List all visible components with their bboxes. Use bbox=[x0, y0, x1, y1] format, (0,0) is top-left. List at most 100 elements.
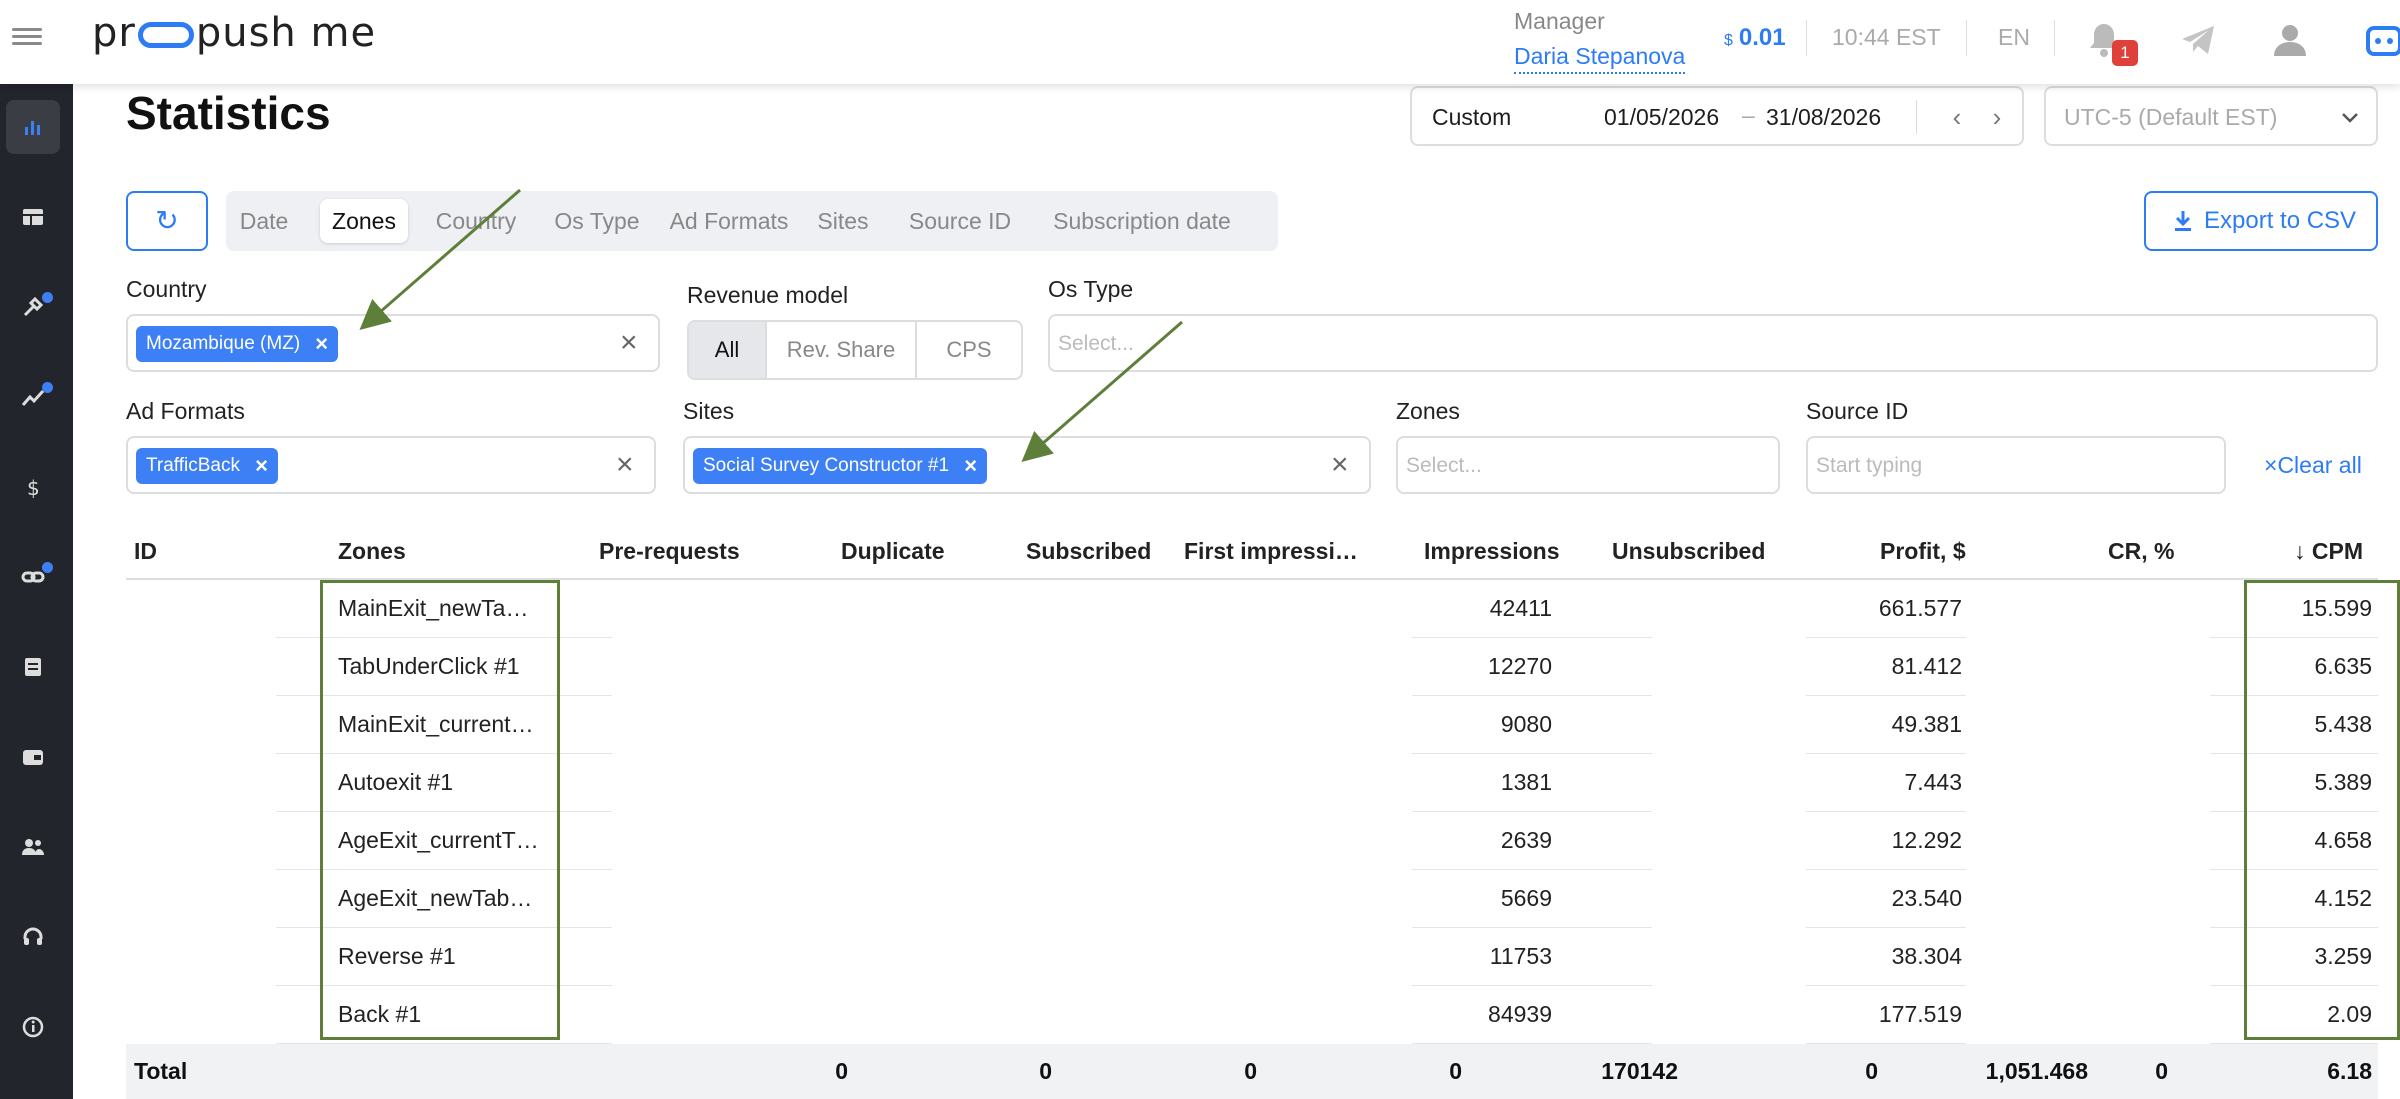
bot-icon[interactable] bbox=[2362, 18, 2400, 62]
total-row: Total 0 0 0 0 170142 0 1,051.468 0 6.18 bbox=[126, 1044, 2378, 1099]
chip-remove-icon[interactable]: × bbox=[964, 448, 977, 484]
export-csv-button[interactable]: Export to CSV bbox=[2144, 191, 2378, 251]
date-mode[interactable]: Custom bbox=[1432, 104, 1511, 131]
cell-profit: 7.443 bbox=[1904, 769, 1962, 795]
cell-profit: 23.540 bbox=[1891, 885, 1962, 911]
site-chip: Social Survey Constructor #1 × bbox=[693, 448, 988, 484]
cell-profit: 81.412 bbox=[1891, 653, 1962, 679]
clear-icon[interactable]: × bbox=[1331, 450, 1349, 480]
col-cpm[interactable]: ↓ CPM bbox=[2294, 538, 2363, 565]
cell-impressions: 11753 bbox=[1489, 943, 1552, 969]
dollar-icon: $ bbox=[27, 476, 40, 499]
refresh-button[interactable]: ↻ bbox=[126, 191, 208, 251]
date-dash: – bbox=[1742, 102, 1755, 128]
sidebar-item-payments[interactable]: $ bbox=[6, 460, 60, 514]
divider bbox=[2054, 20, 2055, 56]
export-label: Export to CSV bbox=[2204, 207, 2357, 234]
tab-os-type[interactable]: Os Type bbox=[546, 199, 648, 243]
cell-impressions: 1381 bbox=[1500, 769, 1552, 795]
country-label: Country bbox=[126, 276, 207, 302]
table-header: ID Zones Pre-requests Duplicate Subscrib… bbox=[126, 530, 2378, 580]
sidebar-item-tools[interactable] bbox=[6, 280, 60, 334]
source-id-label: Source ID bbox=[1806, 398, 1909, 424]
source-id-input[interactable]: Start typing bbox=[1806, 436, 2226, 494]
date-from[interactable]: 01/05/2026 bbox=[1604, 104, 1719, 131]
cell-profit: 661.577 bbox=[1878, 595, 1962, 621]
tab-country[interactable]: Country bbox=[422, 199, 530, 243]
os-type-label: Os Type bbox=[1048, 276, 1134, 302]
country-field[interactable]: Mozambique (MZ) × × bbox=[126, 314, 660, 372]
clear-icon[interactable]: × bbox=[616, 450, 634, 480]
notification-dot bbox=[42, 292, 53, 303]
total-first-impressions: 0 bbox=[1449, 1058, 1462, 1084]
manager-name-link[interactable]: Daria Stepanova bbox=[1514, 43, 1686, 74]
divider bbox=[1806, 20, 1807, 56]
clear-all-link[interactable]: ×Clear all bbox=[2264, 452, 2362, 479]
revenue-model-toggle: All Rev. Share CPS bbox=[687, 320, 1023, 380]
table-icon bbox=[23, 209, 43, 225]
top-bar: pr push me Manager Daria Stepanova $0.01 … bbox=[0, 0, 2400, 84]
tab-sites[interactable]: Sites bbox=[808, 199, 878, 243]
clear-icon[interactable]: × bbox=[620, 328, 638, 358]
revenue-all-button[interactable]: All bbox=[689, 322, 767, 378]
chip-remove-icon[interactable]: × bbox=[315, 326, 328, 362]
zones-highlight-box bbox=[320, 580, 560, 1040]
total-cr: 0 bbox=[2155, 1058, 2168, 1084]
menu-icon[interactable] bbox=[12, 24, 42, 52]
notification-badge: 1 bbox=[2112, 40, 2138, 66]
page-title: Statistics bbox=[126, 87, 331, 139]
col-cr[interactable]: CR, % bbox=[2108, 538, 2174, 565]
col-profit[interactable]: Profit, $ bbox=[1880, 538, 1966, 565]
chevron-left-icon[interactable]: ‹ bbox=[1942, 100, 1972, 134]
ad-formats-field[interactable]: TrafficBack × × bbox=[126, 436, 656, 494]
col-first-impressions[interactable]: First impressi… bbox=[1184, 538, 1358, 565]
logo[interactable]: pr push me bbox=[92, 10, 376, 56]
tab-source-id[interactable]: Source ID bbox=[902, 199, 1018, 243]
col-subscribed[interactable]: Subscribed bbox=[1026, 538, 1151, 565]
manager-info: Manager Daria Stepanova bbox=[1514, 8, 1686, 74]
close-icon: × bbox=[2264, 452, 2278, 478]
col-id[interactable]: ID bbox=[134, 538, 157, 565]
total-profit: 1,051.468 bbox=[1985, 1058, 2088, 1084]
balance[interactable]: $0.01 bbox=[1724, 24, 1786, 52]
cpm-highlight-box bbox=[2244, 580, 2400, 1040]
revenue-cps-button[interactable]: CPS bbox=[917, 322, 1021, 378]
col-impressions[interactable]: Impressions bbox=[1424, 538, 1560, 565]
col-duplicate[interactable]: Duplicate bbox=[841, 538, 945, 565]
sidebar-item-dashboard[interactable] bbox=[6, 190, 60, 244]
chip-remove-icon[interactable]: × bbox=[255, 448, 268, 484]
cell-impressions: 2639 bbox=[1500, 827, 1552, 853]
sort-arrow-icon: ↓ bbox=[2294, 538, 2306, 564]
col-unsubscribed[interactable]: Unsubscribed bbox=[1612, 538, 1765, 565]
language-switch[interactable]: EN bbox=[1998, 24, 2030, 51]
tab-date[interactable]: Date bbox=[232, 199, 296, 243]
tab-subscription-date[interactable]: Subscription date bbox=[1042, 199, 1242, 243]
revenue-rev-share-button[interactable]: Rev. Share bbox=[767, 322, 917, 378]
tab-zones[interactable]: Zones bbox=[320, 199, 408, 243]
os-type-select[interactable]: Select... bbox=[1048, 314, 2378, 372]
total-label: Total bbox=[134, 1058, 188, 1084]
sites-field[interactable]: Social Survey Constructor #1 × × bbox=[683, 436, 1371, 494]
svg-text:$: $ bbox=[27, 476, 40, 499]
col-zones[interactable]: Zones bbox=[338, 538, 406, 565]
zones-select[interactable]: Select... bbox=[1396, 436, 1780, 494]
ad-formats-label: Ad Formats bbox=[126, 398, 245, 424]
cell-profit: 49.381 bbox=[1891, 711, 1962, 737]
timezone-select[interactable]: UTC-5 (Default EST) bbox=[2044, 86, 2378, 146]
sidebar-item-statistics[interactable] bbox=[6, 100, 60, 154]
total-pre-requests: 0 bbox=[835, 1058, 848, 1084]
sidebar-item-trends[interactable] bbox=[6, 370, 60, 424]
cell-impressions: 84939 bbox=[1488, 1001, 1552, 1027]
telegram-icon[interactable] bbox=[2176, 18, 2220, 62]
refresh-icon: ↻ bbox=[155, 205, 179, 236]
tab-ad-formats[interactable]: Ad Formats bbox=[666, 199, 792, 243]
col-pre-requests[interactable]: Pre-requests bbox=[599, 538, 740, 565]
total-subscribed: 0 bbox=[1244, 1058, 1257, 1084]
zones-label: Zones bbox=[1396, 398, 1460, 424]
total-cpm: 6.18 bbox=[2327, 1058, 2372, 1084]
user-icon[interactable] bbox=[2268, 18, 2312, 62]
chevron-right-icon[interactable]: › bbox=[1982, 100, 2012, 134]
clock-time: 10:44 EST bbox=[1832, 24, 1941, 50]
date-range-picker[interactable]: Custom 01/05/2026 – 31/08/2026 ‹ › bbox=[1410, 86, 2024, 146]
date-to[interactable]: 31/08/2026 bbox=[1766, 104, 1881, 131]
